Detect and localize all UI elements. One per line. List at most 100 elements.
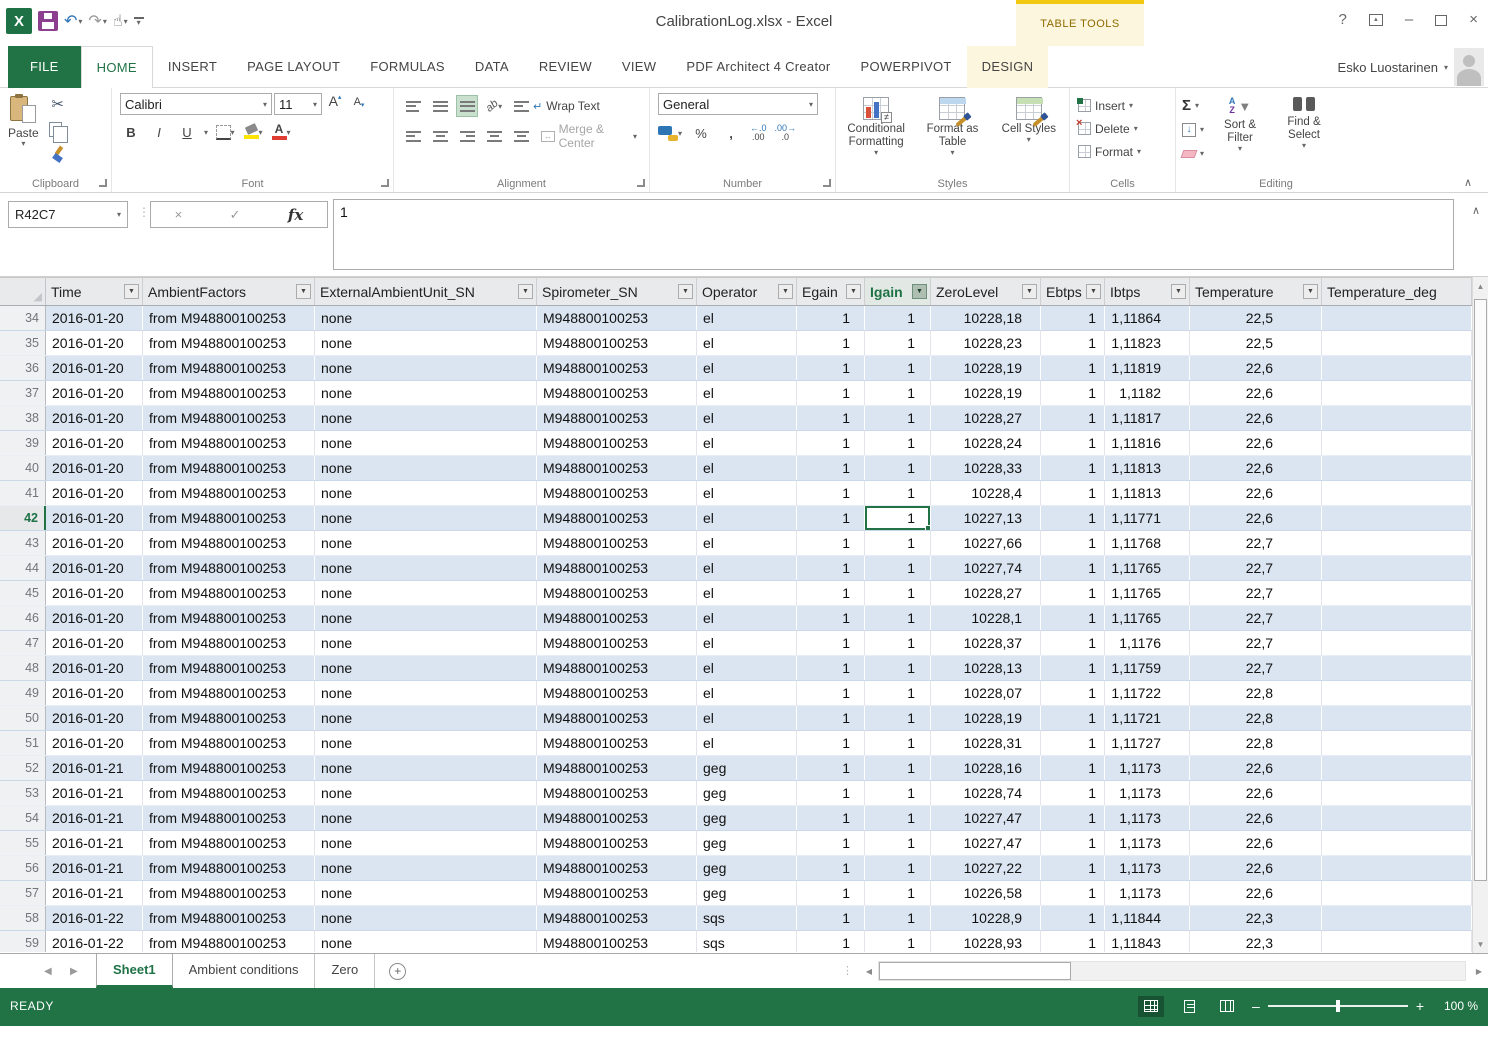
zoom-out-button[interactable]: – bbox=[1252, 999, 1260, 1013]
cell-time-row36[interactable]: 2016-01-20 bbox=[46, 356, 143, 380]
scroll-down-icon[interactable]: ▼ bbox=[1473, 935, 1488, 953]
cell-op-row43[interactable]: el bbox=[697, 531, 797, 555]
cell-igain-row51[interactable]: 1 bbox=[865, 731, 931, 755]
cell-temp-row50[interactable]: 22,8 bbox=[1190, 706, 1322, 730]
cell-zero-row35[interactable]: 10228,23 bbox=[931, 331, 1041, 355]
tab-insert[interactable]: INSERT bbox=[153, 46, 232, 88]
cell-zero-row34[interactable]: 10228,18 bbox=[931, 306, 1041, 330]
ribbon-display-options-button[interactable]: ▴ bbox=[1369, 14, 1383, 26]
horizontal-scrollbar-track[interactable] bbox=[878, 961, 1466, 981]
cell-temp-row56[interactable]: 22,6 bbox=[1190, 856, 1322, 880]
cell-ebtps-row39[interactable]: 1 bbox=[1041, 431, 1105, 455]
cell-tempdeg-row53[interactable] bbox=[1322, 781, 1472, 805]
cell-ebtps-row45[interactable]: 1 bbox=[1041, 581, 1105, 605]
cell-sn-row59[interactable]: M948800100253 bbox=[537, 931, 697, 952]
cell-zero-row59[interactable]: 10228,93 bbox=[931, 931, 1041, 952]
cell-ambient-row49[interactable]: from M948800100253 bbox=[143, 681, 315, 705]
cell-ext-row52[interactable]: none bbox=[315, 756, 537, 780]
cell-ibtps-row57[interactable]: 1,1173 bbox=[1105, 881, 1190, 905]
cell-sn-row54[interactable]: M948800100253 bbox=[537, 806, 697, 830]
row-number-37[interactable]: 37 bbox=[0, 381, 46, 405]
cell-tempdeg-row57[interactable] bbox=[1322, 881, 1472, 905]
cell-igain-row57[interactable]: 1 bbox=[865, 881, 931, 905]
cell-ext-row41[interactable]: none bbox=[315, 481, 537, 505]
minimize-button[interactable]: – bbox=[1405, 12, 1413, 28]
cell-ebtps-row53[interactable]: 1 bbox=[1041, 781, 1105, 805]
cell-ibtps-row45[interactable]: 1,11765 bbox=[1105, 581, 1190, 605]
font-color-button[interactable]: A▾ bbox=[270, 121, 292, 143]
cell-igain-row43[interactable]: 1 bbox=[865, 531, 931, 555]
cell-ext-row51[interactable]: none bbox=[315, 731, 537, 755]
column-header-ext[interactable]: ExternalAmbientUnit_SN▼ bbox=[315, 278, 537, 305]
cell-temp-row34[interactable]: 22,5 bbox=[1190, 306, 1322, 330]
italic-button[interactable]: I bbox=[148, 121, 170, 143]
decrease-decimal-button[interactable]: .00→.0 bbox=[775, 124, 797, 142]
cell-sn-row36[interactable]: M948800100253 bbox=[537, 356, 697, 380]
cell-op-row38[interactable]: el bbox=[697, 406, 797, 430]
cell-time-row47[interactable]: 2016-01-20 bbox=[46, 631, 143, 655]
cell-sn-row47[interactable]: M948800100253 bbox=[537, 631, 697, 655]
cell-op-row37[interactable]: el bbox=[697, 381, 797, 405]
cell-egain-row51[interactable]: 1 bbox=[797, 731, 865, 755]
cell-sn-row56[interactable]: M948800100253 bbox=[537, 856, 697, 880]
cell-time-row34[interactable]: 2016-01-20 bbox=[46, 306, 143, 330]
cell-op-row54[interactable]: geg bbox=[697, 806, 797, 830]
cell-tempdeg-row41[interactable] bbox=[1322, 481, 1472, 505]
cell-zero-row47[interactable]: 10228,37 bbox=[931, 631, 1041, 655]
cell-ebtps-row46[interactable]: 1 bbox=[1041, 606, 1105, 630]
cell-igain-row44[interactable]: 1 bbox=[865, 556, 931, 580]
cell-ambient-row51[interactable]: from M948800100253 bbox=[143, 731, 315, 755]
cell-op-row47[interactable]: el bbox=[697, 631, 797, 655]
tab-powerpivot[interactable]: POWERPIVOT bbox=[846, 46, 967, 88]
cell-ambient-row57[interactable]: from M948800100253 bbox=[143, 881, 315, 905]
cell-ext-row34[interactable]: none bbox=[315, 306, 537, 330]
cell-time-row46[interactable]: 2016-01-20 bbox=[46, 606, 143, 630]
tab-file[interactable]: FILE bbox=[8, 46, 81, 88]
cell-sn-row55[interactable]: M948800100253 bbox=[537, 831, 697, 855]
cell-time-row38[interactable]: 2016-01-20 bbox=[46, 406, 143, 430]
cell-igain-row56[interactable]: 1 bbox=[865, 856, 931, 880]
cell-egain-row56[interactable]: 1 bbox=[797, 856, 865, 880]
cell-egain-row37[interactable]: 1 bbox=[797, 381, 865, 405]
cell-igain-row42[interactable]: 1 bbox=[865, 506, 931, 530]
cell-egain-row52[interactable]: 1 bbox=[797, 756, 865, 780]
insert-cells-button[interactable]: Insert▾ bbox=[1078, 95, 1167, 116]
cell-ambient-row50[interactable]: from M948800100253 bbox=[143, 706, 315, 730]
filter-button-ambient[interactable]: ▼ bbox=[296, 284, 311, 299]
cell-ebtps-row48[interactable]: 1 bbox=[1041, 656, 1105, 680]
font-name-select[interactable]: Calibri▾ bbox=[120, 93, 272, 115]
cell-igain-row46[interactable]: 1 bbox=[865, 606, 931, 630]
cell-tempdeg-row42[interactable] bbox=[1322, 506, 1472, 530]
tab-page-layout[interactable]: PAGE LAYOUT bbox=[232, 46, 355, 88]
cell-ext-row59[interactable]: none bbox=[315, 931, 537, 952]
row-number-39[interactable]: 39 bbox=[0, 431, 46, 455]
cell-ebtps-row36[interactable]: 1 bbox=[1041, 356, 1105, 380]
cell-op-row53[interactable]: geg bbox=[697, 781, 797, 805]
filter-button-zero[interactable]: ▼ bbox=[1022, 284, 1037, 299]
cell-igain-row40[interactable]: 1 bbox=[865, 456, 931, 480]
filter-button-sn[interactable]: ▼ bbox=[678, 284, 693, 299]
cell-sn-row43[interactable]: M948800100253 bbox=[537, 531, 697, 555]
scroll-right-icon[interactable]: ▶ bbox=[1470, 961, 1488, 981]
cell-time-row48[interactable]: 2016-01-20 bbox=[46, 656, 143, 680]
cell-time-row52[interactable]: 2016-01-21 bbox=[46, 756, 143, 780]
column-header-egain[interactable]: Egain▼ bbox=[797, 278, 865, 305]
enter-icon[interactable]: ✓ bbox=[230, 207, 241, 223]
cell-tempdeg-row34[interactable] bbox=[1322, 306, 1472, 330]
find-select-button[interactable]: Find & Select ▾ bbox=[1276, 93, 1332, 169]
column-header-sn[interactable]: Spirometer_SN▼ bbox=[537, 278, 697, 305]
top-align-button[interactable] bbox=[402, 95, 424, 117]
collapse-ribbon-icon[interactable]: ∧ bbox=[1464, 176, 1472, 189]
cell-op-row57[interactable]: geg bbox=[697, 881, 797, 905]
cell-temp-row39[interactable]: 22,6 bbox=[1190, 431, 1322, 455]
cell-time-row50[interactable]: 2016-01-20 bbox=[46, 706, 143, 730]
page-layout-view-button[interactable] bbox=[1176, 996, 1202, 1017]
cell-egain-row55[interactable]: 1 bbox=[797, 831, 865, 855]
cell-tempdeg-row48[interactable] bbox=[1322, 656, 1472, 680]
vertical-scrollbar[interactable]: ▲ ▼ bbox=[1472, 277, 1488, 953]
cell-zero-row53[interactable]: 10228,74 bbox=[931, 781, 1041, 805]
cell-ambient-row47[interactable]: from M948800100253 bbox=[143, 631, 315, 655]
cell-ebtps-row54[interactable]: 1 bbox=[1041, 806, 1105, 830]
name-box-dropdown-icon[interactable]: ▾ bbox=[117, 210, 121, 219]
cell-tempdeg-row45[interactable] bbox=[1322, 581, 1472, 605]
